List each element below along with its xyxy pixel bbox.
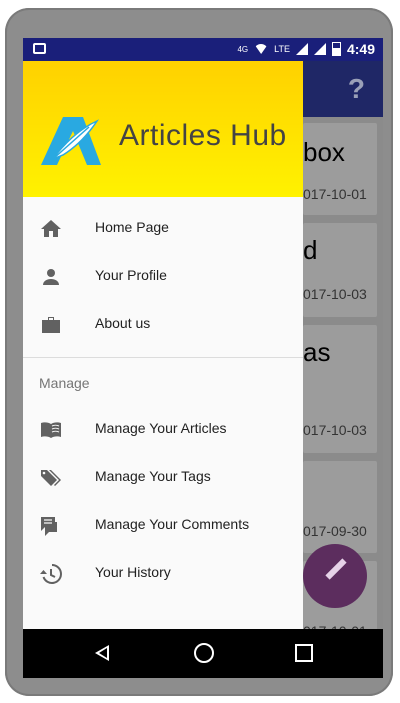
drawer-item-label: Your Profile — [95, 267, 167, 283]
card-date: 017-10-03 — [303, 422, 367, 438]
briefcase-icon — [42, 317, 60, 333]
signal-icon-2 — [313, 43, 326, 55]
lte-label: LTE — [274, 44, 290, 54]
help-button[interactable]: ? — [348, 73, 365, 105]
drawer-item-label: Home Page — [95, 219, 169, 235]
card-title: d — [303, 235, 318, 265]
clock: 4:49 — [346, 41, 375, 57]
card-date: 017-10-01 — [303, 186, 367, 202]
android-nav-bar — [23, 629, 383, 678]
home-circle-icon[interactable] — [194, 643, 214, 663]
tags-icon — [41, 470, 61, 486]
status-icons: 4G LTE 4:49 — [237, 41, 375, 57]
article-card[interactable]: d 017-10-03 — [303, 223, 377, 317]
battery-icon — [331, 42, 341, 56]
network-type: 4G — [237, 44, 249, 54]
back-icon[interactable] — [95, 645, 109, 661]
drawer-item-manage-articles[interactable]: Manage Your Articles — [23, 406, 303, 454]
navigation-drawer: Articles Hub Home Page Your Profile Abou… — [23, 61, 303, 629]
drawer-header: Articles Hub — [23, 61, 303, 197]
phone-frame: 4G LTE 4:49 ? box 017-10-01 d 017-10-03 — [5, 8, 393, 696]
recents-icon[interactable] — [295, 644, 313, 662]
section-header-manage: Manage — [39, 375, 90, 391]
drawer-item-manage-tags[interactable]: Manage Your Tags — [23, 454, 303, 502]
image-notification-icon — [33, 43, 46, 54]
articles-hub-logo-icon — [41, 117, 101, 165]
card-date: 017-09-30 — [303, 523, 367, 539]
status-bar: 4G LTE 4:49 — [23, 38, 383, 61]
article-card[interactable]: as 017-10-03 — [303, 325, 377, 453]
comments-icon — [41, 517, 57, 536]
article-card[interactable]: box 017-10-01 — [303, 123, 377, 215]
drawer-item-profile[interactable]: Your Profile — [23, 253, 303, 301]
pencil-icon — [325, 558, 347, 580]
person-icon — [43, 269, 59, 285]
card-title: as — [303, 337, 331, 367]
drawer-item-label: About us — [95, 315, 151, 331]
drawer-divider — [23, 357, 303, 358]
card-date: 017-10-03 — [303, 286, 367, 302]
edit-fab-button[interactable] — [303, 544, 367, 608]
drawer-item-label: Your History — [95, 564, 171, 580]
drawer-item-home[interactable]: Home Page — [23, 205, 303, 253]
history-icon — [40, 564, 62, 584]
screen: 4G LTE 4:49 ? box 017-10-01 d 017-10-03 — [23, 38, 383, 678]
article-card[interactable]: 017-09-30 — [303, 461, 377, 553]
drawer-item-label: Manage Your Comments — [95, 516, 250, 532]
drawer-item-label: Manage Your Articles — [95, 420, 227, 436]
drawer-item-history[interactable]: Your History — [23, 550, 303, 598]
book-icon — [41, 422, 61, 438]
wifi-icon — [254, 44, 269, 54]
home-icon — [41, 220, 61, 237]
drawer-item-label: Manage Your Tags — [95, 468, 211, 484]
drawer-item-about[interactable]: About us — [23, 301, 303, 349]
drawer-item-manage-comments[interactable]: Manage Your Comments — [23, 502, 303, 550]
app-title: Articles Hub — [119, 119, 287, 152]
signal-icon — [295, 43, 308, 55]
card-title: box — [303, 137, 345, 167]
